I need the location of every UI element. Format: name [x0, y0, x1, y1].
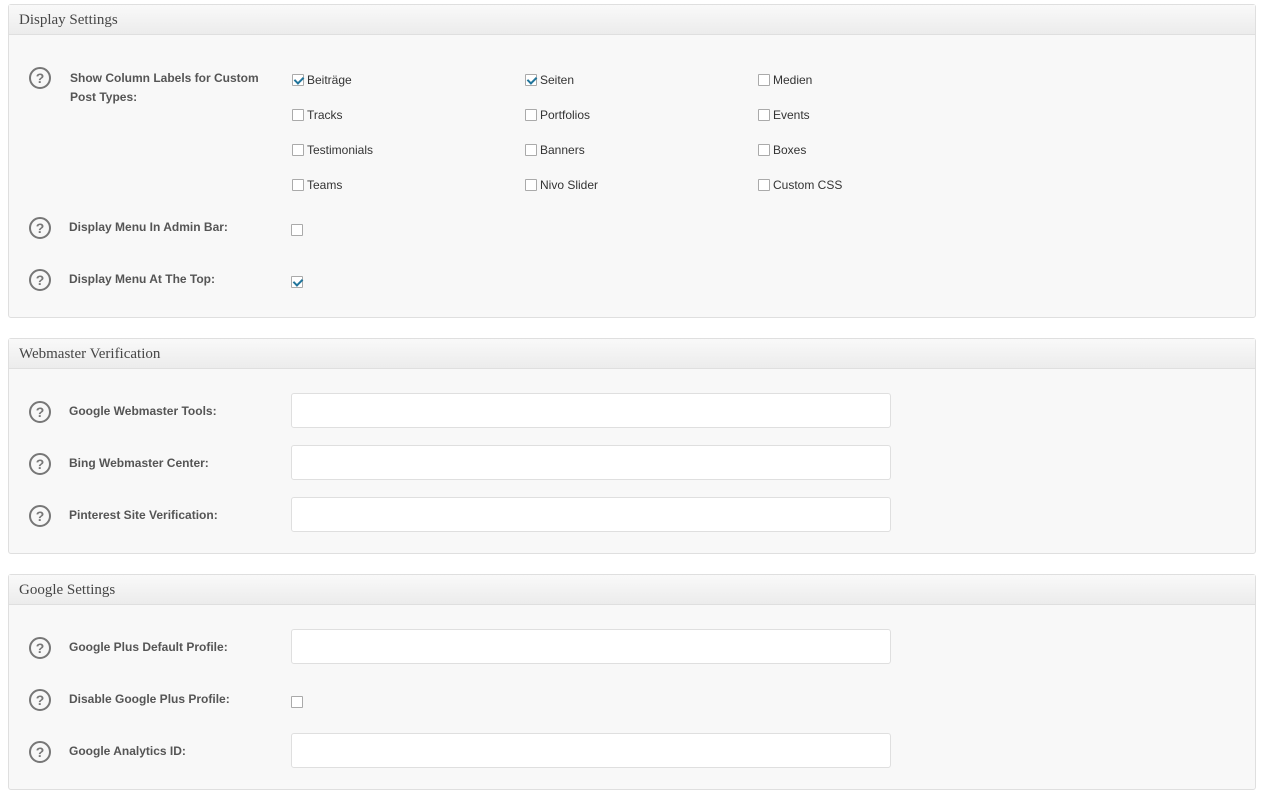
- checkbox-beitraege[interactable]: [292, 74, 304, 86]
- help-icon[interactable]: ?: [29, 637, 51, 659]
- help-icon[interactable]: ?: [29, 269, 51, 291]
- help-icon[interactable]: ?: [29, 401, 51, 423]
- help-icon[interactable]: ?: [29, 741, 51, 763]
- help-icon[interactable]: ?: [29, 689, 51, 711]
- checkbox-label: Nivo Slider: [540, 178, 599, 192]
- menu-top-checkbox[interactable]: [291, 276, 303, 288]
- pinterest-label: Pinterest Site Verification:: [69, 508, 218, 522]
- admin-bar-checkbox[interactable]: [291, 224, 303, 236]
- menu-top-label: Display Menu At The Top:: [69, 272, 215, 286]
- webmaster-panel: Webmaster Verification ? Google Webmaste…: [8, 338, 1256, 554]
- help-icon[interactable]: ?: [29, 67, 51, 89]
- google-settings-title: Google Settings: [9, 575, 1255, 605]
- checkbox-label: Events: [773, 108, 810, 122]
- display-settings-panel: Display Settings ? Show Column Labels fo…: [8, 4, 1256, 318]
- webmaster-title: Webmaster Verification: [9, 339, 1255, 369]
- admin-bar-label: Display Menu In Admin Bar:: [69, 220, 228, 234]
- help-icon[interactable]: ?: [29, 217, 51, 239]
- bing-webmaster-input[interactable]: [291, 445, 891, 480]
- google-plus-profile-input[interactable]: [291, 629, 891, 664]
- checkbox-label: Custom CSS: [773, 178, 843, 192]
- checkbox-testimonials[interactable]: [292, 144, 304, 156]
- checkbox-banners[interactable]: [525, 144, 537, 156]
- google-webmaster-label: Google Webmaster Tools:: [69, 404, 217, 418]
- checkbox-label: Boxes: [773, 143, 807, 157]
- disable-google-plus-checkbox[interactable]: [291, 696, 303, 708]
- disable-google-plus-label: Disable Google Plus Profile:: [69, 692, 230, 706]
- checkbox-portfolios[interactable]: [525, 109, 537, 121]
- google-analytics-label: Google Analytics ID:: [69, 744, 186, 758]
- help-icon[interactable]: ?: [29, 453, 51, 475]
- checkbox-tracks[interactable]: [292, 109, 304, 121]
- bing-webmaster-label: Bing Webmaster Center:: [69, 456, 209, 470]
- checkbox-label: Testimonials: [307, 143, 374, 157]
- display-settings-title: Display Settings: [9, 5, 1255, 35]
- pinterest-input[interactable]: [291, 497, 891, 532]
- help-icon[interactable]: ?: [29, 505, 51, 527]
- checkbox-medien[interactable]: [758, 74, 770, 86]
- checkbox-nivo-slider[interactable]: [525, 179, 537, 191]
- checkbox-teams[interactable]: [292, 179, 304, 191]
- checkbox-label: Seiten: [540, 73, 575, 87]
- checkbox-label: Medien: [773, 73, 813, 87]
- checkbox-label: Beiträge: [307, 73, 352, 87]
- checkbox-label: Tracks: [307, 108, 343, 122]
- checkbox-seiten[interactable]: [525, 74, 537, 86]
- checkbox-boxes[interactable]: [758, 144, 770, 156]
- google-settings-panel: Google Settings ? Google Plus Default Pr…: [8, 574, 1256, 790]
- google-webmaster-input[interactable]: [291, 393, 891, 428]
- column-labels-label: Show Column Labels for Custom Post Types…: [70, 71, 259, 104]
- checkbox-custom-css[interactable]: [758, 179, 770, 191]
- checkbox-label: Banners: [540, 143, 585, 157]
- google-plus-profile-label: Google Plus Default Profile:: [69, 640, 228, 654]
- checkbox-label: Teams: [307, 178, 343, 192]
- checkbox-events[interactable]: [758, 109, 770, 121]
- google-analytics-input[interactable]: [291, 733, 891, 768]
- checkbox-label: Portfolios: [540, 108, 591, 122]
